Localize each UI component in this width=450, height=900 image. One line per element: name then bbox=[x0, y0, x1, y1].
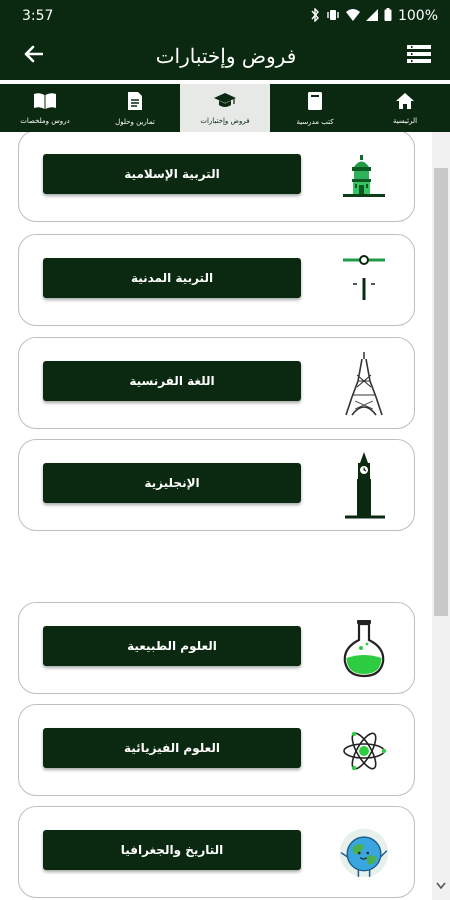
tab-label: دروس وملخصات bbox=[20, 116, 70, 125]
tab-label: فروض وإختبارات bbox=[200, 116, 250, 125]
status-time: 3:57 bbox=[22, 8, 54, 24]
big-ben-icon bbox=[336, 452, 392, 519]
tab-label: الرئيسية bbox=[392, 116, 418, 125]
scroll-down-icon[interactable] bbox=[434, 880, 448, 896]
subject-button-history-geography[interactable]: التاريخ والجغرافيا bbox=[43, 830, 301, 870]
wifi-icon bbox=[345, 8, 360, 24]
tab-home[interactable]: الرئيسية bbox=[360, 84, 450, 132]
tab-lessons[interactable]: دروس وملخصات bbox=[0, 84, 90, 132]
graduation-cap-icon bbox=[213, 92, 237, 114]
status-bar: 3:57 100% bbox=[0, 0, 450, 32]
subject-button-french[interactable]: اللغة الفرنسية bbox=[43, 361, 301, 401]
mosque-icon bbox=[336, 145, 392, 209]
eiffel-tower-icon bbox=[336, 352, 392, 416]
status-icons: 100% bbox=[310, 6, 438, 25]
app-bar: فروض وإختبارات bbox=[0, 32, 450, 80]
tab-exercises[interactable]: تمارين وحلول bbox=[90, 84, 180, 132]
list-item: اللغة الفرنسية bbox=[18, 337, 415, 429]
battery-percent: 100% bbox=[397, 8, 438, 24]
scales-icon bbox=[336, 249, 392, 313]
open-book-icon bbox=[33, 92, 57, 114]
flask-icon bbox=[336, 617, 392, 681]
scrollbar-thumb[interactable] bbox=[434, 168, 448, 616]
signal-icon bbox=[365, 8, 378, 24]
menu-button[interactable] bbox=[402, 39, 436, 73]
subject-button-civic[interactable]: التربية المدنية bbox=[43, 258, 301, 298]
subject-button-physical-sciences[interactable]: العلوم الفيزيائية bbox=[43, 728, 301, 768]
globe-icon bbox=[336, 821, 392, 885]
document-icon bbox=[127, 91, 143, 115]
subject-button-islamic[interactable]: التربية الإسلامية bbox=[43, 154, 301, 194]
list-item: التاريخ والجغرافيا bbox=[18, 806, 415, 898]
bluetooth-icon bbox=[310, 6, 320, 25]
tab-tests[interactable]: فروض وإختبارات bbox=[180, 84, 270, 132]
list-item: العلوم الفيزيائية bbox=[18, 704, 415, 796]
arrow-left-icon bbox=[23, 45, 44, 67]
atom-icon bbox=[336, 719, 392, 783]
page-title: فروض وإختبارات bbox=[155, 44, 297, 68]
list-item: الإنجليزية bbox=[18, 439, 415, 531]
tab-bar: الرئيسية كتب مدرسية فروض وإختبارات تماري… bbox=[0, 84, 450, 132]
tab-label: تمارين وحلول bbox=[115, 117, 155, 126]
book-icon bbox=[307, 91, 323, 115]
tab-label: كتب مدرسية bbox=[296, 117, 334, 126]
battery-icon bbox=[384, 8, 392, 24]
back-button[interactable] bbox=[16, 39, 50, 73]
list-item: العلوم الطبيعية bbox=[18, 602, 415, 694]
subject-button-english[interactable]: الإنجليزية bbox=[43, 463, 301, 503]
subject-list: التربية الإسلامية التربية المدنية اللغة … bbox=[0, 132, 430, 900]
tab-textbooks[interactable]: كتب مدرسية bbox=[270, 84, 360, 132]
list-menu-icon bbox=[407, 44, 431, 68]
list-item: التربية المدنية bbox=[18, 234, 415, 326]
vibrate-icon bbox=[326, 9, 340, 24]
subject-button-natural-sciences[interactable]: العلوم الطبيعية bbox=[43, 626, 301, 666]
home-icon bbox=[395, 92, 415, 114]
list-item: التربية الإسلامية bbox=[18, 132, 415, 222]
